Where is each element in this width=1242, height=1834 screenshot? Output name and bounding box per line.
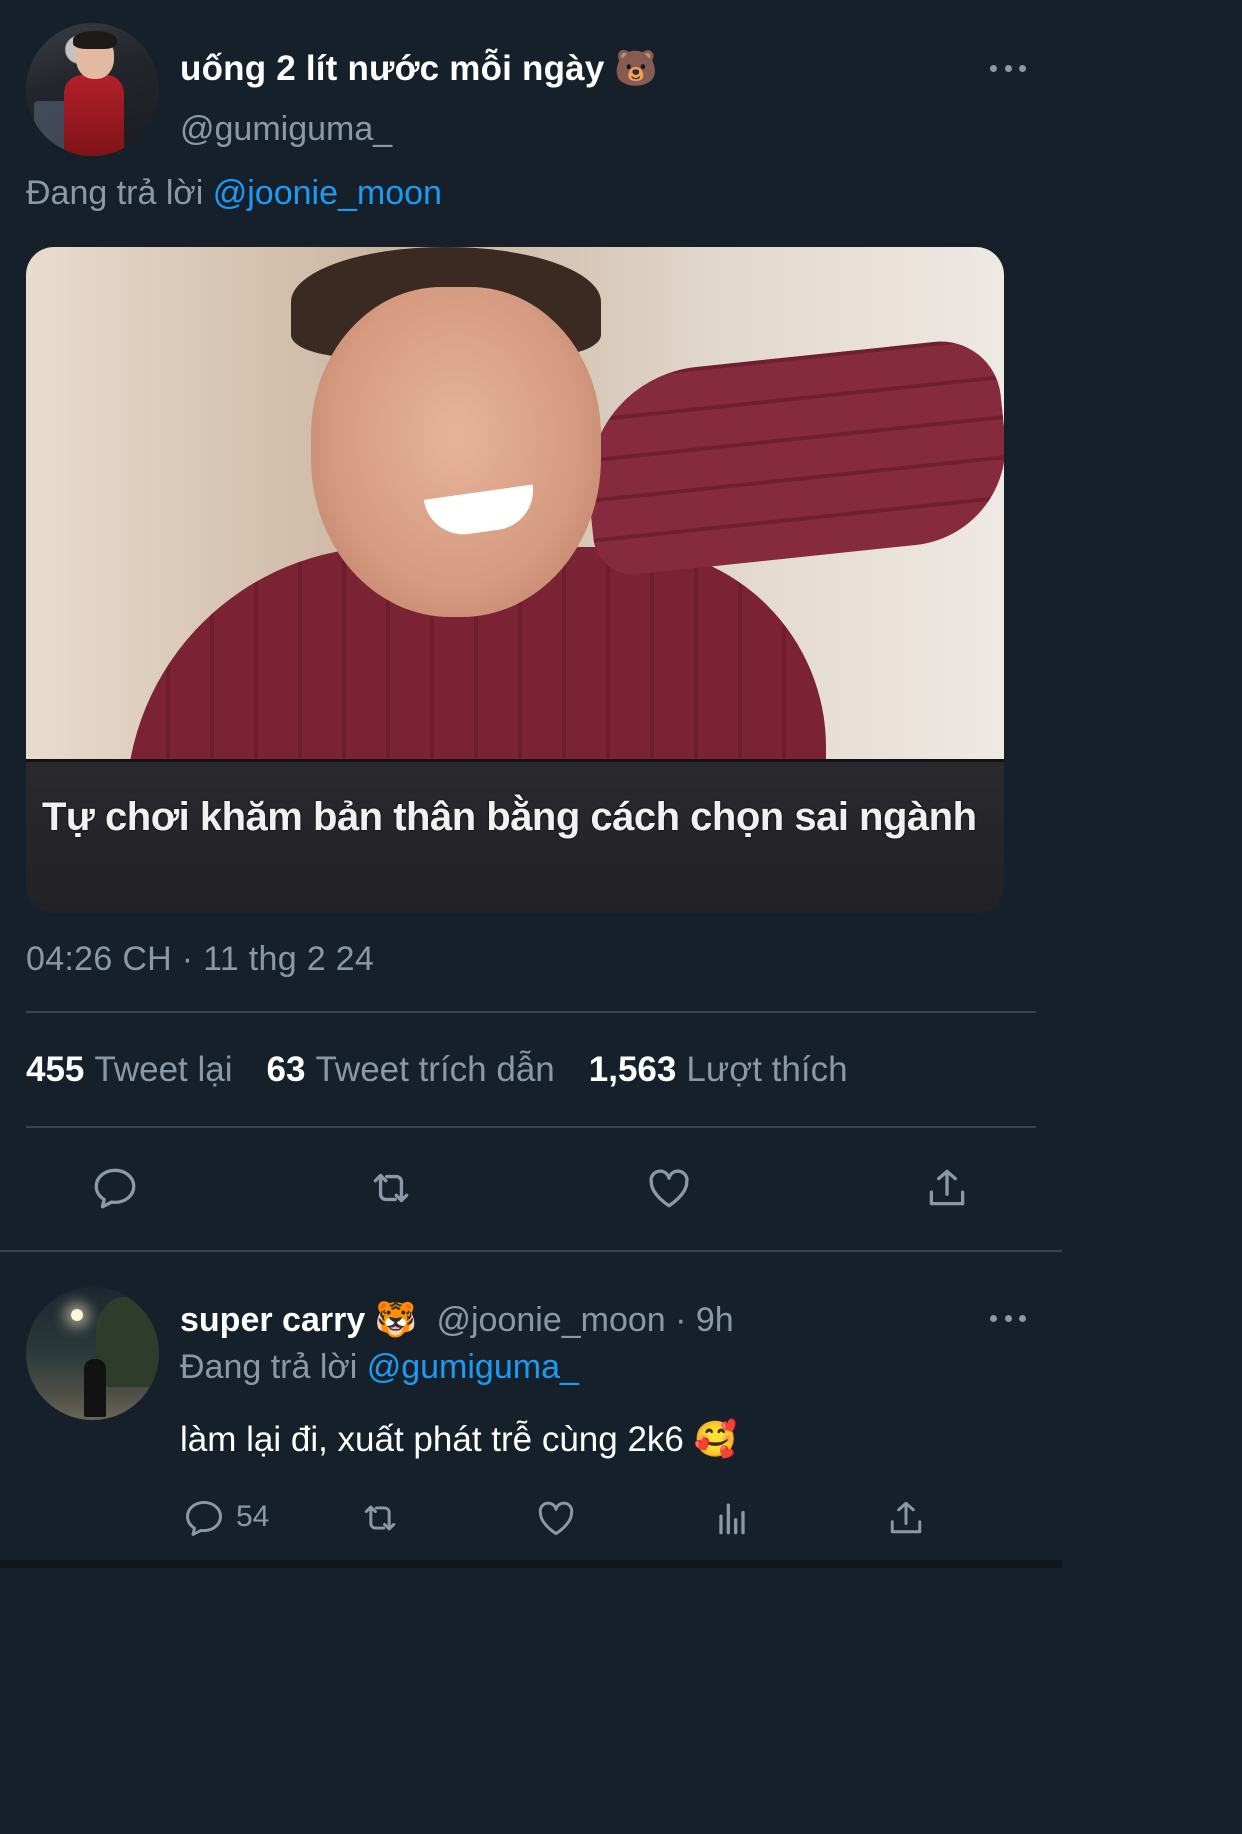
divider [26,1126,1036,1128]
bottom-divider [0,1560,1062,1568]
replying-to-mention[interactable]: @joonie_moon [213,174,442,212]
likes-stat[interactable]: 1,563 Lượt thích [589,1050,848,1090]
divider [26,1011,1036,1013]
replying-to-prefix: Đang trả lời [26,174,204,212]
like-icon[interactable] [534,1496,578,1540]
media-caption: Tự chơi khăm bản thân bằng cách chọn sai… [42,795,977,839]
tweet-timestamp[interactable]: 04:26 CH · 11 thg 2 24 [26,940,374,979]
quotes-label: Tweet trích dẫn [315,1050,555,1089]
likes-count: 1,563 [588,1050,677,1089]
retweet-icon[interactable] [358,1496,402,1540]
reply-icon[interactable] [90,1163,140,1213]
reply-more-options-icon[interactable] [990,1313,1026,1323]
more-options-icon[interactable] [990,63,1026,73]
reply-count: 54 [236,1500,270,1533]
likes-label: Lượt thích [686,1050,848,1089]
reply-author-display-name[interactable]: super carry 🐯 [180,1301,417,1339]
quotes-stat[interactable]: 63 Tweet trích dẫn [267,1050,555,1090]
reply-text: làm lại đi, xuất phát trễ cùng 2k6 🥰 [180,1420,738,1459]
tweet-detail-page: uống 2 lít nước mỗi ngày 🐻 @gumiguma_ Đa… [0,0,1062,1568]
tweet-stats: 455 Tweet lại 63 Tweet trích dẫn 1,563 Lượt… [26,1050,848,1090]
retweets-stat[interactable]: 455 Tweet lại [26,1050,233,1090]
divider [0,1250,1062,1252]
reply-author-avatar[interactable] [26,1287,159,1420]
reply-handle-time[interactable]: @joonie_moon · 9h [436,1301,733,1339]
analytics-icon[interactable] [710,1496,754,1540]
share-icon[interactable] [884,1496,928,1540]
replying-to-prefix: Đang trả lời [180,1348,358,1386]
share-icon[interactable] [922,1163,972,1213]
retweets-label: Tweet lại [94,1050,233,1089]
media-photo [26,247,1004,807]
quotes-count: 63 [266,1050,306,1089]
retweets-count: 455 [26,1050,85,1089]
reply-header: super carry 🐯 @joonie_moon · 9h [180,1300,734,1340]
reply-icon[interactable] [182,1496,226,1540]
author-display-name[interactable]: uống 2 lít nước mỗi ngày 🐻 [180,48,658,89]
author-handle[interactable]: @gumiguma_ [180,110,392,149]
retweet-icon[interactable] [366,1163,416,1213]
like-icon[interactable] [644,1163,694,1213]
replying-to-line: Đang trả lời @joonie_moon [26,174,442,213]
replying-to-mention[interactable]: @gumiguma_ [367,1348,579,1386]
author-avatar[interactable] [26,23,159,156]
tweet-media-image[interactable]: Tự chơi khăm bản thân bằng cách chọn sai… [26,247,1004,913]
reply-replying-to-line: Đang trả lời @gumiguma_ [180,1348,579,1387]
